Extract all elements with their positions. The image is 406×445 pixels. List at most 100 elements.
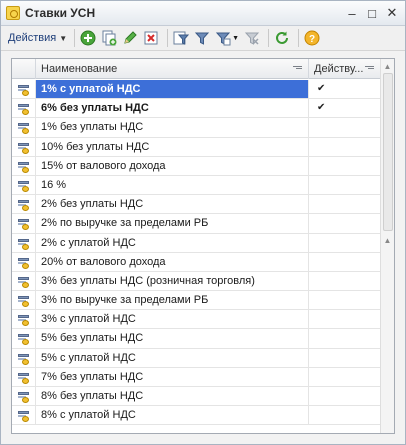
table-row[interactable]: 2% по выручке за пределами РБ xyxy=(12,214,380,234)
active-cell xyxy=(309,195,380,213)
active-cell xyxy=(309,138,380,156)
active-cell xyxy=(309,349,380,367)
chevron-down-icon: ▼ xyxy=(232,34,240,42)
active-cell xyxy=(309,329,380,347)
table-row[interactable]: 8% без уплаты НДС xyxy=(12,387,380,407)
row-icon-cell xyxy=(12,291,36,310)
table-row[interactable]: 3% по выручке за пределами РБ xyxy=(12,291,380,311)
edit-icon[interactable] xyxy=(121,29,139,47)
active-cell xyxy=(309,118,380,136)
table-row[interactable]: 20% от валового дохода xyxy=(12,252,380,272)
copy-icon[interactable] xyxy=(100,29,118,47)
app-icon xyxy=(6,6,20,20)
row-icon-cell xyxy=(12,387,36,406)
row-icon-cell xyxy=(12,233,36,252)
tax-rate-icon xyxy=(18,180,30,192)
tax-rate-icon xyxy=(18,199,30,212)
add-icon[interactable] xyxy=(79,29,97,47)
clear-filter-icon[interactable] xyxy=(243,29,261,47)
active-cell xyxy=(309,214,380,232)
active-cell xyxy=(309,406,380,424)
table-row[interactable]: 15% от валового дохода xyxy=(12,156,380,176)
tax-rate-icon xyxy=(18,276,30,288)
table-row[interactable]: 10% без уплаты НДС xyxy=(12,137,380,157)
active-cell xyxy=(309,291,380,309)
active-cell xyxy=(309,272,380,290)
scroll-thumb[interactable] xyxy=(383,73,393,231)
toolbar: Действия ▼ ▼ ? xyxy=(1,26,405,51)
tax-rate-icon xyxy=(18,391,30,403)
rate-name-cell: 5% без уплаты НДС xyxy=(36,329,309,348)
tax-rate-icon xyxy=(18,410,30,423)
rate-name-cell: 15% от валового дохода xyxy=(36,156,309,175)
header-active-label: Действу... xyxy=(314,63,364,75)
rates-table[interactable]: Наименование Действу... 1% с уплатой НДС… xyxy=(11,58,395,434)
actions-menu-label: Действия xyxy=(8,32,57,44)
close-icon[interactable]: ✕ xyxy=(383,4,401,22)
row-icon-cell xyxy=(12,348,36,367)
rate-name-cell: 3% по выручке за пределами РБ xyxy=(36,291,309,310)
rate-name-cell: 8% без уплаты НДС xyxy=(36,387,309,406)
tax-rate-icon xyxy=(18,353,30,365)
row-icon-cell xyxy=(12,214,36,233)
row-icon-cell xyxy=(12,310,36,329)
filter-list-icon[interactable]: ▼ xyxy=(214,29,240,47)
table-body: 1% с уплатой НДС ✔ 6% без уплаты НДС ✔ 1% бе… xyxy=(12,80,380,426)
tax-rate-icon xyxy=(18,218,30,231)
delete-icon[interactable] xyxy=(142,29,160,47)
table-row[interactable]: 7% без уплаты НДС xyxy=(12,367,380,387)
rate-name-cell: 2% по выручке за пределами РБ xyxy=(36,214,309,233)
filter-icon[interactable] xyxy=(172,29,190,47)
minimize-icon[interactable]: – xyxy=(343,4,361,22)
scroll-up-icon[interactable]: ▲ xyxy=(381,59,394,73)
row-icon-cell xyxy=(12,367,36,386)
table-row[interactable]: 3% с уплатой НДС xyxy=(12,310,380,330)
tax-rate-icon xyxy=(18,103,30,116)
tax-rate-icon xyxy=(18,314,30,327)
title-bar[interactable]: Ставки УСН – □ ✕ xyxy=(1,1,405,26)
table-row[interactable]: 6% без уплаты НДС ✔ xyxy=(12,99,380,119)
rate-name-cell: 16 % xyxy=(36,175,309,195)
actions-menu-button[interactable]: Действия ▼ xyxy=(5,29,70,48)
row-icon-cell xyxy=(12,252,36,271)
table-row[interactable]: 2% с уплатой НДС xyxy=(12,233,380,253)
header-active[interactable]: Действу... xyxy=(309,59,380,79)
active-cell xyxy=(309,253,380,271)
toolbar-separator xyxy=(268,29,270,47)
row-icon-cell xyxy=(12,271,36,291)
header-name-label: Наименование xyxy=(41,63,118,75)
vertical-scrollbar[interactable]: ▲ ▲ xyxy=(380,59,394,433)
rate-name-cell: 20% от валового дохода xyxy=(36,252,309,271)
active-cell xyxy=(309,368,380,386)
table-row[interactable]: 1% с уплатой НДС ✔ xyxy=(12,80,380,100)
table-row[interactable]: 16 % xyxy=(12,175,380,196)
help-icon[interactable]: ? xyxy=(303,29,321,47)
refresh-icon[interactable] xyxy=(273,29,291,47)
tax-rate-icon xyxy=(18,295,30,308)
sort-icon xyxy=(365,66,374,72)
rate-name-cell: 1% с уплатой НДС xyxy=(36,80,309,99)
table-row[interactable]: 8% с уплатой НДС xyxy=(12,406,380,426)
filter-by-value-icon[interactable] xyxy=(193,29,211,47)
table-row[interactable]: 2% без уплаты НДС xyxy=(12,195,380,215)
chevron-down-icon: ▼ xyxy=(59,33,68,43)
window-title: Ставки УСН xyxy=(25,6,96,20)
table-row[interactable]: 1% без уплаты НДС xyxy=(12,118,380,138)
table-row[interactable]: 5% с уплатой НДС xyxy=(12,348,380,368)
tax-rate-icon xyxy=(18,84,30,96)
header-name[interactable]: Наименование xyxy=(36,59,309,79)
tax-rate-icon xyxy=(18,333,30,346)
toolbar-separator xyxy=(298,29,300,47)
active-cell xyxy=(309,176,380,194)
svg-text:?: ? xyxy=(309,34,315,45)
row-icon-cell xyxy=(12,80,36,99)
table-row[interactable]: 3% без уплаты НДС (розничная торговля) xyxy=(12,271,380,292)
maximize-icon[interactable]: □ xyxy=(363,4,381,22)
table-row[interactable]: 5% без уплаты НДС xyxy=(12,329,380,349)
table-header: Наименование Действу... xyxy=(12,59,394,79)
active-cell: ✔ xyxy=(309,80,380,98)
scroll-down-icon[interactable]: ▲ xyxy=(381,233,394,247)
rate-name-cell: 2% без уплаты НДС xyxy=(36,195,309,214)
row-icon-cell xyxy=(12,118,36,137)
rate-name-cell: 2% с уплатой НДС xyxy=(36,233,309,252)
